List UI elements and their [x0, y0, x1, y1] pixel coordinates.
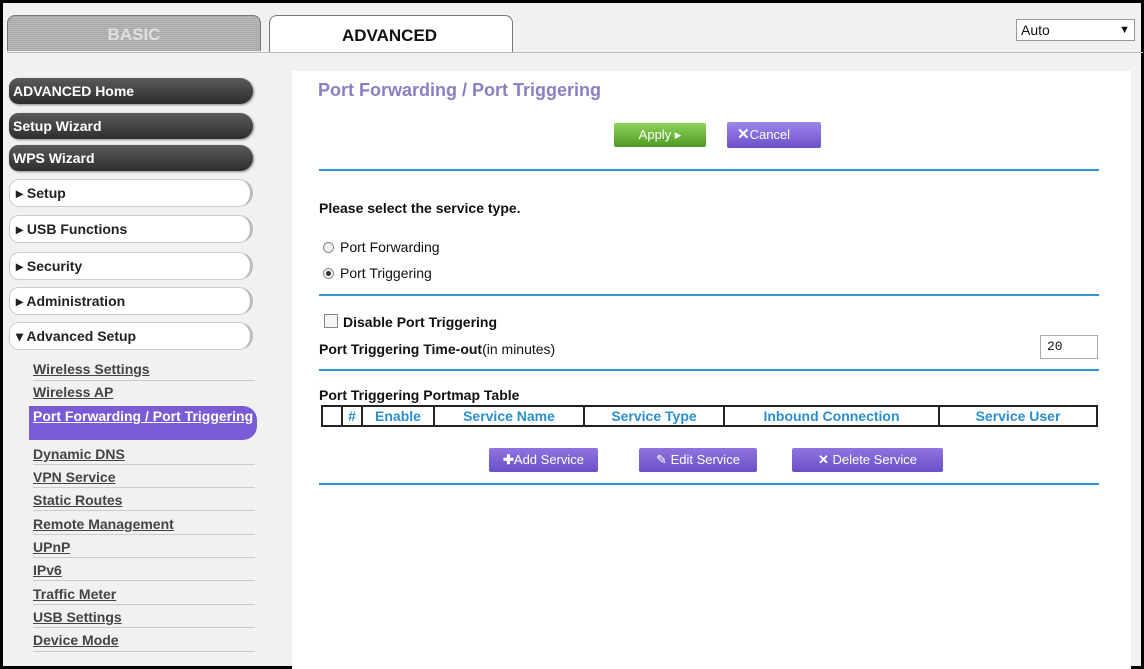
- sidebar-item-advanced-home[interactable]: ADVANCED Home: [9, 78, 253, 104]
- sidebar-divider: [33, 557, 255, 558]
- close-icon: ✕: [737, 126, 750, 143]
- sidebar-link-wireless-settings[interactable]: Wireless Settings: [33, 361, 243, 378]
- sidebar-link-wireless-ap[interactable]: Wireless AP: [33, 384, 243, 401]
- pencil-icon: ✎: [656, 452, 671, 467]
- section-divider: [319, 369, 1099, 371]
- timeout-label: Port Triggering Time-out(in minutes): [319, 341, 555, 357]
- table-header-select: [321, 405, 343, 427]
- chevron-down-icon: ▼: [1119, 24, 1130, 36]
- disable-port-triggering-checkbox[interactable]: [324, 314, 338, 328]
- disable-port-triggering-label: Disable Port Triggering: [343, 314, 498, 330]
- table-header-inbound-connection: Inbound Connection: [723, 405, 940, 427]
- sidebar-link-ipv6[interactable]: IPv6: [33, 562, 243, 579]
- sidebar-link-usb-settings[interactable]: USB Settings: [33, 609, 243, 626]
- table-header-row: # Enable Service Name Service Type Inbou…: [321, 405, 1098, 427]
- sidebar-section-administration[interactable]: ▸ Administration: [9, 287, 253, 315]
- radio-port-forwarding-label: Port Forwarding: [340, 239, 440, 255]
- table-header-service-type: Service Type: [583, 405, 725, 427]
- plus-icon: ✚: [503, 452, 514, 467]
- sidebar-link-traffic-meter[interactable]: Traffic Meter: [33, 586, 243, 603]
- section-divider: [319, 169, 1099, 171]
- table-header-service-name: Service Name: [433, 405, 585, 427]
- timeout-input[interactable]: 20: [1040, 335, 1098, 359]
- table-header-enable: Enable: [361, 405, 435, 427]
- sidebar-link-static-routes[interactable]: Static Routes: [33, 492, 243, 509]
- sidebar-divider: [33, 580, 255, 581]
- tab-basic[interactable]: BASIC: [7, 15, 261, 51]
- portmap-table-title: Port Triggering Portmap Table: [319, 387, 520, 403]
- tab-advanced[interactable]: ADVANCED: [269, 15, 513, 53]
- timeout-label-suffix: (in minutes): [482, 341, 556, 357]
- table-header-number: #: [341, 405, 363, 427]
- sidebar-link-device-mode[interactable]: Device Mode: [33, 632, 243, 649]
- sidebar-divider: [33, 464, 255, 465]
- sidebar-item-setup-wizard[interactable]: Setup Wizard: [9, 113, 253, 139]
- sidebar-section-advanced-setup[interactable]: ▾ Advanced Setup: [9, 322, 253, 350]
- sidebar-link-upnp[interactable]: UPnP: [33, 539, 243, 556]
- radio-port-triggering[interactable]: [323, 268, 334, 279]
- language-select[interactable]: Auto ▼: [1016, 19, 1135, 41]
- language-select-value: Auto: [1021, 22, 1050, 38]
- router-admin-window: BASIC ADVANCED Auto ▼ ADVANCED Home Setu…: [0, 0, 1144, 669]
- radio-port-forwarding[interactable]: [323, 242, 334, 253]
- sidebar-divider: [33, 651, 255, 652]
- delete-service-button[interactable]: ✕ Delete Service: [792, 448, 943, 472]
- edit-service-button[interactable]: ✎ Edit Service: [639, 448, 757, 472]
- timeout-label-bold: Port Triggering Time-out: [319, 341, 483, 357]
- sidebar-divider: [33, 627, 255, 628]
- add-service-label: Add Service: [513, 452, 584, 467]
- edit-service-label: Edit Service: [670, 452, 740, 467]
- sidebar-divider: [33, 534, 255, 535]
- sidebar-link-remote-management[interactable]: Remote Management: [33, 516, 243, 533]
- table-header-service-user: Service User: [938, 405, 1098, 427]
- section-divider: [319, 483, 1099, 485]
- sidebar-link-port-forwarding[interactable]: Port Forwarding / Port Triggering: [29, 406, 257, 440]
- tab-bar-divider: [7, 52, 1143, 53]
- delete-service-label: Delete Service: [832, 452, 918, 467]
- radio-port-triggering-label: Port Triggering: [340, 265, 432, 281]
- sidebar-item-wps-wizard[interactable]: WPS Wizard: [9, 145, 253, 171]
- sidebar-divider: [33, 604, 255, 605]
- sidebar-divider: [33, 510, 255, 511]
- cancel-button-label: Cancel: [749, 127, 791, 142]
- sidebar-section-setup[interactable]: ▸ Setup: [9, 179, 253, 207]
- sidebar-divider: [33, 380, 255, 381]
- sidebar-link-vpn-service[interactable]: VPN Service: [33, 469, 243, 486]
- main-panel: Port Forwarding / Port Triggering Apply …: [292, 71, 1131, 669]
- section-divider: [319, 294, 1099, 296]
- cancel-button[interactable]: ✕Cancel: [727, 122, 821, 148]
- apply-button-label: Apply ▸: [638, 127, 682, 142]
- sidebar-section-usb-functions[interactable]: ▸ USB Functions: [9, 215, 253, 243]
- sidebar-link-dynamic-dns[interactable]: Dynamic DNS: [33, 446, 243, 463]
- portmap-table: # Enable Service Name Service Type Inbou…: [321, 405, 1098, 427]
- sidebar-section-security[interactable]: ▸ Security: [9, 252, 253, 280]
- apply-button[interactable]: Apply ▸: [614, 123, 706, 147]
- service-type-prompt: Please select the service type.: [319, 200, 521, 216]
- sidebar-divider: [33, 487, 255, 488]
- close-icon: ✕: [817, 452, 833, 467]
- add-service-button[interactable]: ✚Add Service: [489, 448, 598, 472]
- page-title: Port Forwarding / Port Triggering: [318, 80, 602, 100]
